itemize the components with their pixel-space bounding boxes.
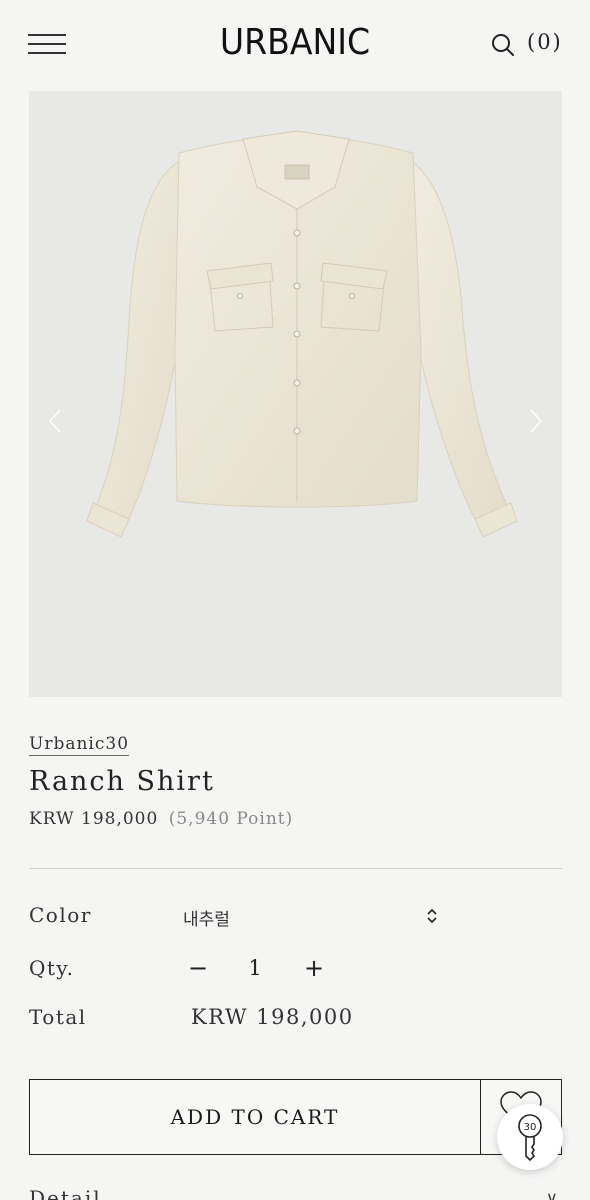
select-chevron-icon — [426, 907, 438, 929]
site-logo[interactable]: URBANIC — [24, 22, 567, 63]
product-price: KRW 198,000 — [29, 809, 159, 829]
product-image — [86, 130, 518, 538]
badge-number: 30 — [524, 1122, 537, 1133]
detail-toggle-chevron-icon[interactable]: ∨ — [546, 1188, 558, 1200]
qty-input[interactable]: 1 — [240, 956, 270, 980]
divider — [29, 868, 562, 869]
color-select[interactable]: 내추럴 — [183, 903, 438, 933]
gallery-prev-arrow-icon[interactable] — [46, 406, 66, 436]
product-title: Ranch Shirt — [29, 766, 215, 797]
add-to-cart-button[interactable]: ADD TO CART — [29, 1079, 481, 1155]
product-image-gallery[interactable] — [29, 91, 562, 697]
qty-decrease-button[interactable]: − — [185, 954, 211, 982]
cart-count-button[interactable]: (0) — [527, 30, 563, 54]
qty-increase-button[interactable]: + — [301, 954, 327, 982]
price-line: KRW 198,000 (5,940 Point) — [29, 809, 293, 829]
total-label: Total — [29, 1005, 87, 1029]
color-label: Color — [29, 903, 92, 927]
color-select-value: 내추럴 — [183, 910, 230, 930]
product-points: (5,940 Point) — [168, 809, 294, 829]
floating-badge-button[interactable]: 30 — [497, 1104, 563, 1170]
total-value: KRW 198,000 — [191, 1005, 354, 1029]
site-header: URBANIC (0) — [0, 0, 590, 90]
gallery-next-arrow-icon[interactable] — [525, 406, 545, 436]
brand-link[interactable]: Urbanic30 — [29, 734, 130, 756]
key-badge-icon: 30 — [518, 1114, 542, 1162]
detail-section-label[interactable]: Detail — [29, 1186, 102, 1200]
qty-label: Qty. — [29, 956, 75, 980]
search-icon[interactable] — [490, 32, 518, 60]
